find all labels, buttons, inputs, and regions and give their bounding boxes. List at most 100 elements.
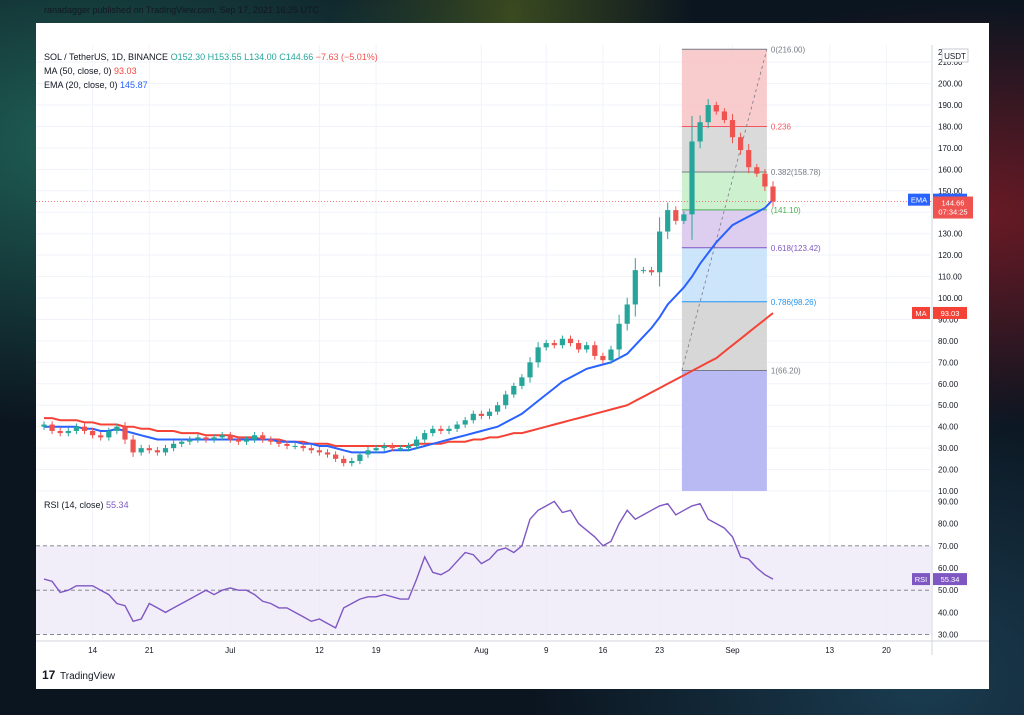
candle-body: [762, 173, 768, 187]
symbol-name: SOL / TetherUS, 1D, BINANCE: [44, 52, 169, 62]
candle-body: [324, 452, 331, 455]
price-tick-label: 120.00: [938, 251, 963, 260]
ema-legend[interactable]: EMA (20, close, 0) 145.87: [44, 80, 148, 90]
rsi-value-badge: 55.34: [941, 575, 960, 584]
candle-body: [349, 460, 355, 464]
ema-legend-label: EMA (20, close, 0): [44, 80, 118, 90]
candle-body: [284, 443, 290, 446]
candle: [567, 335, 574, 347]
candle-body: [454, 424, 460, 429]
candle: [559, 335, 565, 349]
tradingview-logo: 17 TradingView: [42, 668, 116, 682]
candle-body: [203, 437, 209, 440]
time-tick-label: 12: [315, 646, 324, 655]
ma-legend[interactable]: MA (50, close, 0) 93.03: [44, 66, 137, 76]
fib-level-label: 0.618(123.42): [771, 244, 821, 253]
candle-body: [673, 210, 679, 221]
candle: [195, 434, 201, 443]
time-tick-label: 13: [825, 646, 834, 655]
price-tick-label: 10.00: [938, 487, 959, 496]
candle-body: [689, 141, 695, 215]
rsi-tick-label: 90.00: [938, 497, 959, 506]
candle: [430, 425, 436, 437]
price-badge-value: 144.66: [942, 199, 965, 208]
time-tick-label: 23: [655, 646, 664, 655]
ma-legend-value: 93.03: [114, 66, 137, 76]
candle: [632, 258, 638, 317]
candle: [162, 444, 169, 456]
candle-body: [567, 338, 574, 344]
candle: [187, 436, 193, 445]
candle-body: [333, 454, 339, 459]
candle-body: [430, 428, 436, 434]
candle: [422, 429, 428, 443]
candle-body: [462, 420, 468, 425]
candle-body: [697, 122, 703, 142]
candle-body: [511, 385, 517, 395]
symbol-legend[interactable]: SOL / TetherUS, 1D, BINANCE O152.30 H153…: [44, 52, 378, 62]
ema-tag: EMA: [911, 196, 927, 205]
rsi-tag: RSI: [915, 575, 928, 584]
candle: [130, 435, 136, 457]
time-tick-label: 19: [372, 646, 381, 655]
candle-body: [746, 150, 752, 168]
fib-level-label: 0.382(158.78): [771, 168, 821, 177]
candle-body: [713, 105, 719, 112]
candle-body: [357, 454, 363, 461]
candle-body: [73, 426, 79, 431]
candle-body: [187, 439, 193, 442]
candle-body: [503, 394, 509, 406]
candle-body: [632, 270, 638, 305]
time-tick-label: Jul: [225, 646, 235, 655]
price-tick-label: 170.00: [938, 144, 963, 153]
fib-level-label: 0.786(98.26): [771, 298, 817, 307]
candle-body: [770, 186, 776, 202]
tv-logo-icon: 17: [42, 668, 56, 682]
price-tick-label: 100.00: [938, 294, 963, 303]
candle: [454, 421, 460, 433]
candle-body: [681, 214, 687, 221]
candle: [503, 390, 509, 409]
candle: [333, 451, 339, 463]
rsi-legend[interactable]: RSI (14, close) 55.34: [44, 500, 129, 510]
fib-level-label: 0.236: [771, 122, 792, 131]
candle-body: [162, 448, 169, 453]
candle: [527, 357, 533, 383]
candle: [511, 382, 517, 398]
candle-body: [738, 137, 744, 151]
candle-body: [292, 445, 298, 447]
candle-body: [130, 439, 136, 453]
candle: [478, 410, 484, 420]
candle-body: [227, 435, 233, 440]
tv-brand-text: TradingView: [60, 671, 116, 682]
price-tick-label: 30.00: [938, 444, 959, 453]
candle: [486, 408, 493, 420]
price-tick-label: 200.00: [938, 80, 963, 89]
rsi-tick-label: 70.00: [938, 542, 959, 551]
candle: [381, 442, 387, 452]
candle-body: [608, 349, 614, 361]
ma-tag: MA: [915, 309, 926, 318]
price-badge-countdown: 07:34:25: [938, 208, 967, 217]
time-tick-label: 21: [145, 646, 154, 655]
candle-body: [470, 413, 476, 421]
candle-body: [535, 347, 541, 363]
price-change: −7.63 (−5.01%): [315, 52, 378, 62]
candle: [470, 410, 476, 424]
candle: [227, 432, 233, 443]
candle: [462, 417, 468, 428]
candle: [65, 427, 71, 437]
candle: [49, 421, 55, 435]
ema-legend-value: 145.87: [120, 80, 148, 90]
fib-level-label: 1(66.20): [771, 366, 801, 375]
time-tick-label: 16: [598, 646, 607, 655]
candle-body: [49, 424, 55, 431]
fib-level-label: (141.10): [771, 206, 801, 215]
fib-zone: [681, 247, 767, 302]
rsi-tick-label: 60.00: [938, 564, 959, 573]
candle-body: [211, 437, 217, 440]
candle: [138, 444, 144, 456]
candle: [41, 421, 47, 430]
candle-body: [381, 445, 387, 449]
candle: [770, 181, 776, 207]
